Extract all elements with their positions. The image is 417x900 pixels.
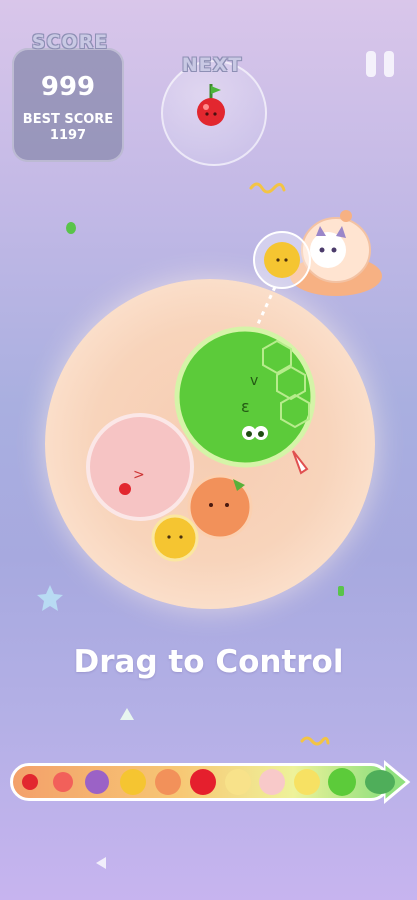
confetti-dot [66, 222, 76, 234]
rocket-item [292, 450, 309, 475]
cherry-icon [197, 84, 225, 126]
score-panel [12, 48, 124, 162]
melon-icon [328, 768, 356, 796]
grape-icon [85, 770, 109, 794]
svg-text:ε: ε [241, 397, 250, 416]
score-label: SCORE [31, 31, 109, 53]
peach-fruit: > [86, 413, 194, 521]
confetti-triangle [120, 708, 134, 720]
cherry-icon [22, 774, 38, 790]
lemon-fruit [151, 514, 199, 562]
peach-icon [259, 769, 285, 795]
orange-fruit [187, 474, 253, 540]
lemon-icon [120, 769, 146, 795]
pause-icon [366, 51, 376, 77]
next-label: NEXT [181, 54, 243, 76]
confetti-squiggle-icon [300, 736, 330, 746]
orange-icon [155, 769, 181, 795]
score-value: 999 [40, 72, 96, 102]
cat-ufo-icon [253, 210, 382, 296]
play-field: > ε v [86, 286, 316, 562]
best-score-value: 1197 [49, 128, 87, 143]
svg-text:>: > [133, 467, 145, 483]
svg-text:v: v [250, 373, 258, 389]
confetti-triangle [96, 857, 106, 869]
fruit-evolution-icons [22, 768, 395, 796]
apple-icon [190, 769, 216, 795]
confetti-squiggle-icon [249, 182, 286, 194]
watermelon-icon [365, 770, 395, 794]
pear-icon [225, 769, 251, 795]
strawberry-icon [53, 772, 73, 792]
watermelon-fruit: ε v [174, 326, 316, 468]
pineapple-icon [294, 769, 320, 795]
best-score-label: BEST SCORE [22, 112, 114, 127]
pause-button[interactable] [366, 51, 396, 77]
hint-text: Drag to Control [73, 644, 344, 680]
